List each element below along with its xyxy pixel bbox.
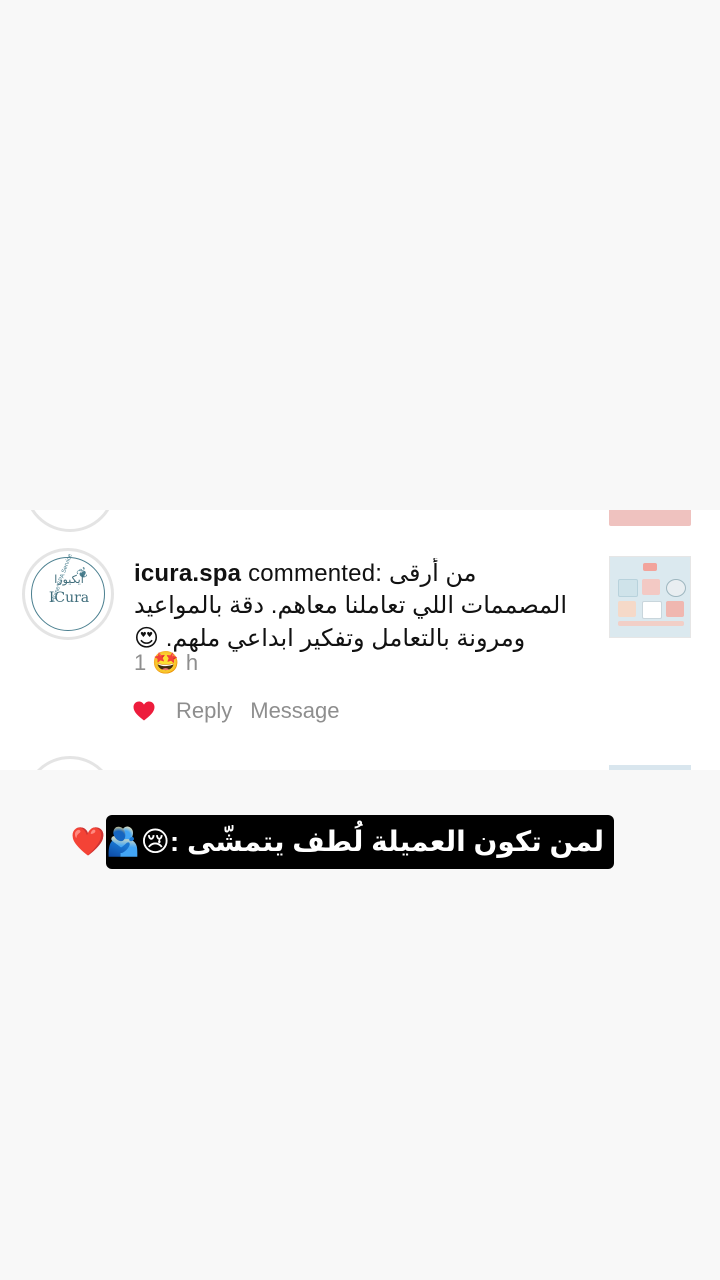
thumbnail-tile [666, 601, 684, 617]
comment-text: icura.spa commented: من أرقى المصممات ال… [134, 558, 594, 655]
story-screen: Home SPA Service ❦ ايكيورا ICura icura.s… [0, 0, 720, 1280]
thumbnail-tile [618, 579, 638, 597]
thumbnail-strip [618, 621, 684, 626]
heart-eyes-emoji: 😍 [134, 624, 160, 652]
activity-notification-card: Home SPA Service ❦ ايكيورا ICura icura.s… [0, 510, 720, 770]
post-thumbnail[interactable] [609, 556, 691, 638]
comment-body-end: ومرونة بالتعامل وتفكير ابداعي ملهم. [165, 625, 526, 652]
thumbnail-tile [642, 579, 660, 595]
next-post-thumbnail[interactable] [609, 765, 691, 770]
previous-post-thumbnail[interactable] [609, 510, 691, 526]
thumbnail-logo [643, 563, 657, 571]
message-button[interactable]: Message [250, 698, 339, 724]
comment-body-start: من أرقى [389, 560, 477, 587]
logo-arabic-text: ايكيورا [54, 573, 84, 586]
heart-icon[interactable] [132, 699, 156, 723]
thumbnail-tile [618, 601, 636, 617]
comment-timestamp: 1 🤩 h [134, 650, 198, 676]
comment-action: commented: [248, 560, 383, 587]
thumbnail-tile [666, 579, 686, 597]
previous-avatar[interactable] [24, 510, 116, 532]
timestamp-digit: 1 [134, 650, 147, 675]
thumbnail-tile [642, 601, 662, 619]
reply-button[interactable]: Reply [176, 698, 232, 724]
comment-line-3: 😍 ومرونة بالتعامل وتفكير ابداعي ملهم. [134, 622, 594, 655]
comment-actions: Reply Message [132, 698, 358, 724]
comment-line-1: icura.spa commented: من أرقى [134, 558, 594, 590]
comment-line-2: المصممات اللي تعاملنا معاهم. دقة بالمواع… [134, 592, 567, 619]
username[interactable]: icura.spa [134, 560, 241, 587]
story-caption: لمن تكون العميلة لُطف يتمشّى :😢🫂❤️ [71, 815, 614, 869]
star-struck-emoji: 🤩 [152, 651, 180, 676]
next-avatar[interactable] [24, 756, 116, 770]
timestamp-unit: h [185, 650, 199, 675]
avatar[interactable]: Home SPA Service ❦ ايكيورا ICura [22, 548, 114, 640]
logo-english-text: ICura [48, 590, 90, 606]
